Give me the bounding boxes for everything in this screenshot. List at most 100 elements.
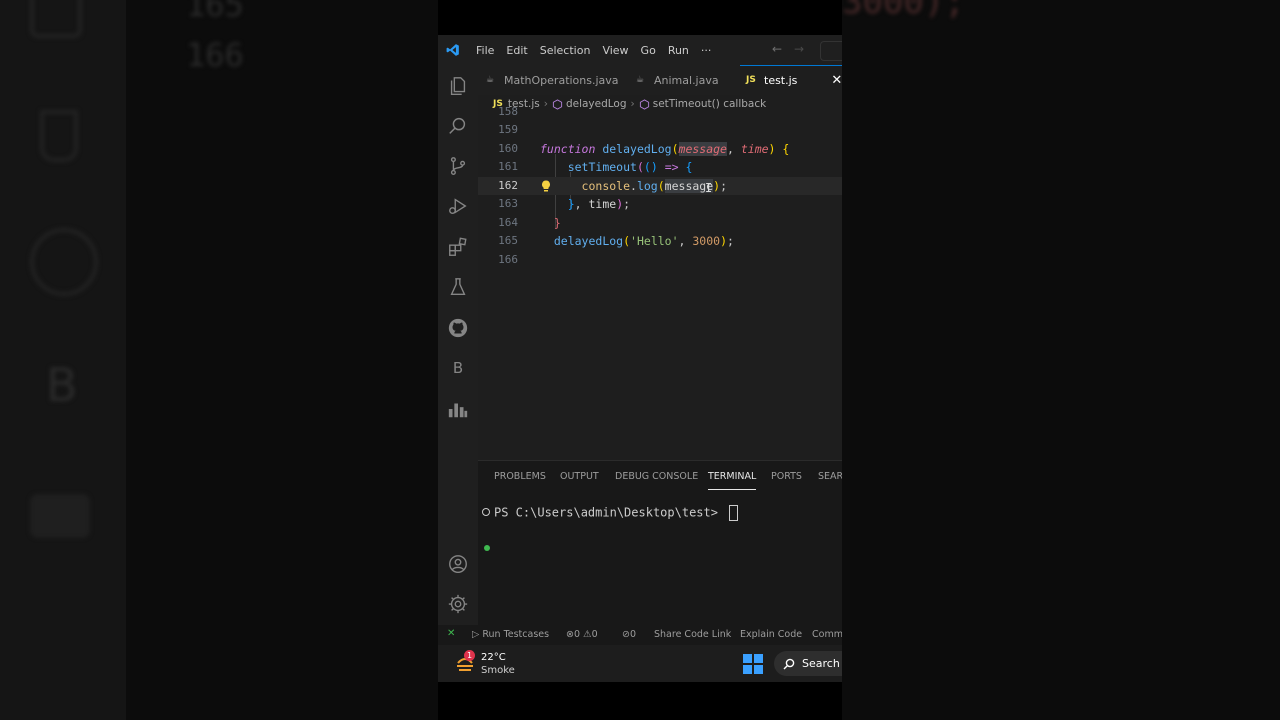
error-count: 0 <box>573 629 581 640</box>
search-label: Search <box>802 657 840 670</box>
menu-more[interactable]: ··· <box>695 44 718 57</box>
search-icon[interactable] <box>447 115 469 137</box>
ghost-line-number-166: 166 <box>186 36 244 74</box>
terminal-line[interactable]: PS C:\Users\admin\Desktop\test> <box>482 505 739 521</box>
bar-chart-icon[interactable] <box>447 398 469 420</box>
line-number: 163 <box>498 197 518 210</box>
code-line-current: 162 console.log(message); I <box>478 177 842 195</box>
editor-tabs: ☕ MathOperations.java ☕ Animal.java JS t… <box>478 65 842 95</box>
accounts-icon[interactable] <box>447 553 469 575</box>
tab-label: test.js <box>764 73 798 87</box>
ports-indicator[interactable]: ⊘0 <box>622 629 636 640</box>
tab-test-js[interactable]: JS test.js ✕ <box>740 65 842 95</box>
run-testcases-button[interactable]: ▷ Run Testcases <box>472 629 549 640</box>
panel-tabs: PROBLEMS OUTPUT DEBUG CONSOLE TERMINAL P… <box>478 461 842 493</box>
bottom-panel: PROBLEMS OUTPUT DEBUG CONSOLE TERMINAL P… <box>478 460 842 626</box>
tab-problems[interactable]: PROBLEMS <box>494 471 546 482</box>
notification-badge: 1 <box>464 650 475 661</box>
ghost-chart-icon <box>30 494 90 538</box>
ports-icon: ⊘ <box>622 629 630 640</box>
vscode-logo-icon <box>446 44 459 56</box>
vscode-window: File Edit Selection View Go Run ··· ← → <box>438 0 842 720</box>
background-left: 165 166 B <box>0 0 438 720</box>
testing-flask-icon[interactable] <box>447 276 469 298</box>
ghost-extension-icon <box>30 0 82 38</box>
forward-arrow-icon[interactable]: → <box>794 42 804 56</box>
code-line: 163 }, time); <box>478 195 842 213</box>
tab-terminal[interactable]: TERMINAL <box>708 471 757 490</box>
windows-start-icon[interactable] <box>743 654 763 674</box>
taskbar-search[interactable]: Search <box>774 651 842 676</box>
back-arrow-icon[interactable]: ← <box>772 42 782 56</box>
tab-ports[interactable]: PORTS <box>771 471 802 482</box>
explain-code-button[interactable]: Explain Code <box>740 629 802 640</box>
editor-area: ☕ MathOperations.java ☕ Animal.java JS t… <box>478 65 842 460</box>
ghost-line-number-165: 165 <box>186 0 244 24</box>
line-number: 162 <box>498 179 518 192</box>
code-text: function delayedLog(message, time) { <box>540 142 790 156</box>
ghost-code-text: 3000); <box>842 0 965 22</box>
code-editor[interactable]: 158 159 160 function delayedLog(message,… <box>478 105 842 460</box>
code-line: 160 function delayedLog(message, time) { <box>478 140 842 158</box>
code-text: console.log(message); <box>581 179 728 193</box>
menu-edit[interactable]: Edit <box>500 44 533 57</box>
source-control-icon[interactable] <box>447 155 469 177</box>
ports-count: 0 <box>629 629 637 640</box>
share-code-link-button[interactable]: Share Code Link <box>654 629 731 640</box>
menu-run[interactable]: Run <box>662 44 695 57</box>
code-line: 165 delayedLog('Hello', 3000); <box>478 232 842 250</box>
code-text: } <box>553 216 561 230</box>
code-line: 166 <box>478 251 842 269</box>
menu-selection[interactable]: Selection <box>534 44 597 57</box>
ghost-github-icon <box>30 228 98 296</box>
menu-file[interactable]: File <box>470 44 500 57</box>
line-number: 161 <box>498 160 518 173</box>
run-debug-icon[interactable] <box>447 195 469 217</box>
tab-output[interactable]: OUTPUT <box>560 471 599 482</box>
windows-taskbar: 1 22°C Smoke Search <box>438 645 842 682</box>
command-status-circle-icon <box>482 508 490 516</box>
close-tab-icon[interactable]: ✕ <box>831 73 842 88</box>
search-icon <box>783 658 795 669</box>
comment-code-button[interactable]: Comm <box>812 629 842 640</box>
title-bar: File Edit Selection View Go Run ··· ← → <box>438 35 842 65</box>
explorer-icon[interactable] <box>447 75 469 97</box>
background-right: 3000); <box>842 0 1280 720</box>
tab-label: MathOperations.java <box>504 73 619 87</box>
weather-condition: Smoke <box>481 665 515 676</box>
code-text: setTimeout(() => { <box>567 160 693 174</box>
line-number: 166 <box>498 253 518 266</box>
terminal-status-dot-icon <box>484 545 490 551</box>
settings-gear-icon[interactable] <box>447 593 469 615</box>
line-number: 160 <box>498 142 518 155</box>
activity-bar: B <box>438 65 478 625</box>
line-number: 159 <box>498 123 518 136</box>
github-icon[interactable] <box>447 317 469 339</box>
tab-search[interactable]: SEAR <box>818 471 842 482</box>
java-file-icon: ☕ <box>486 75 495 85</box>
line-number: 158 <box>498 105 518 118</box>
tab-mathoperations-java[interactable]: ☕ MathOperations.java <box>486 65 619 95</box>
remote-indicator-icon[interactable]: ✕ <box>447 628 455 639</box>
tab-debug-console[interactable]: DEBUG CONSOLE <box>615 471 698 482</box>
terminal-prompt: PS C:\Users\admin\Desktop\test> <box>494 505 726 520</box>
warning-icon: ⚠ <box>583 629 592 640</box>
blackbox-b-icon[interactable]: B <box>447 357 469 379</box>
java-file-icon: ☕ <box>636 75 645 85</box>
code-text: delayedLog('Hello', 3000); <box>553 234 734 248</box>
run-testcases-label: Run Testcases <box>482 629 550 640</box>
tab-animal-java[interactable]: ☕ Animal.java <box>636 65 719 95</box>
menu-go[interactable]: Go <box>635 44 662 57</box>
code-line: 159 <box>478 121 842 139</box>
line-number: 164 <box>498 216 518 229</box>
ghost-b-icon: B <box>46 358 78 412</box>
line-number: 165 <box>498 234 518 247</box>
extensions-icon[interactable] <box>447 236 469 258</box>
error-icon: ⊗ <box>566 629 574 640</box>
problems-indicator[interactable]: ⊗0 ⚠0 <box>566 629 598 640</box>
warning-count: 0 <box>591 629 598 640</box>
code-line: 158 <box>478 103 842 121</box>
command-center[interactable] <box>820 41 842 61</box>
menu-view[interactable]: View <box>596 44 634 57</box>
status-bar: ✕ ▷ Run Testcases ⊗0 ⚠0 ⊘0 Share Code Li… <box>438 625 842 645</box>
